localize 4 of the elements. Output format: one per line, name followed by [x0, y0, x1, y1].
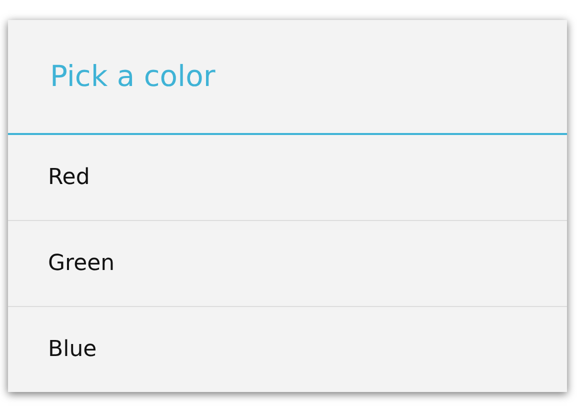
color-option[interactable]: Green [8, 221, 567, 307]
color-option[interactable]: Blue [8, 307, 567, 392]
color-option[interactable]: Red [8, 135, 567, 221]
dialog-title: Pick a color [50, 59, 216, 94]
